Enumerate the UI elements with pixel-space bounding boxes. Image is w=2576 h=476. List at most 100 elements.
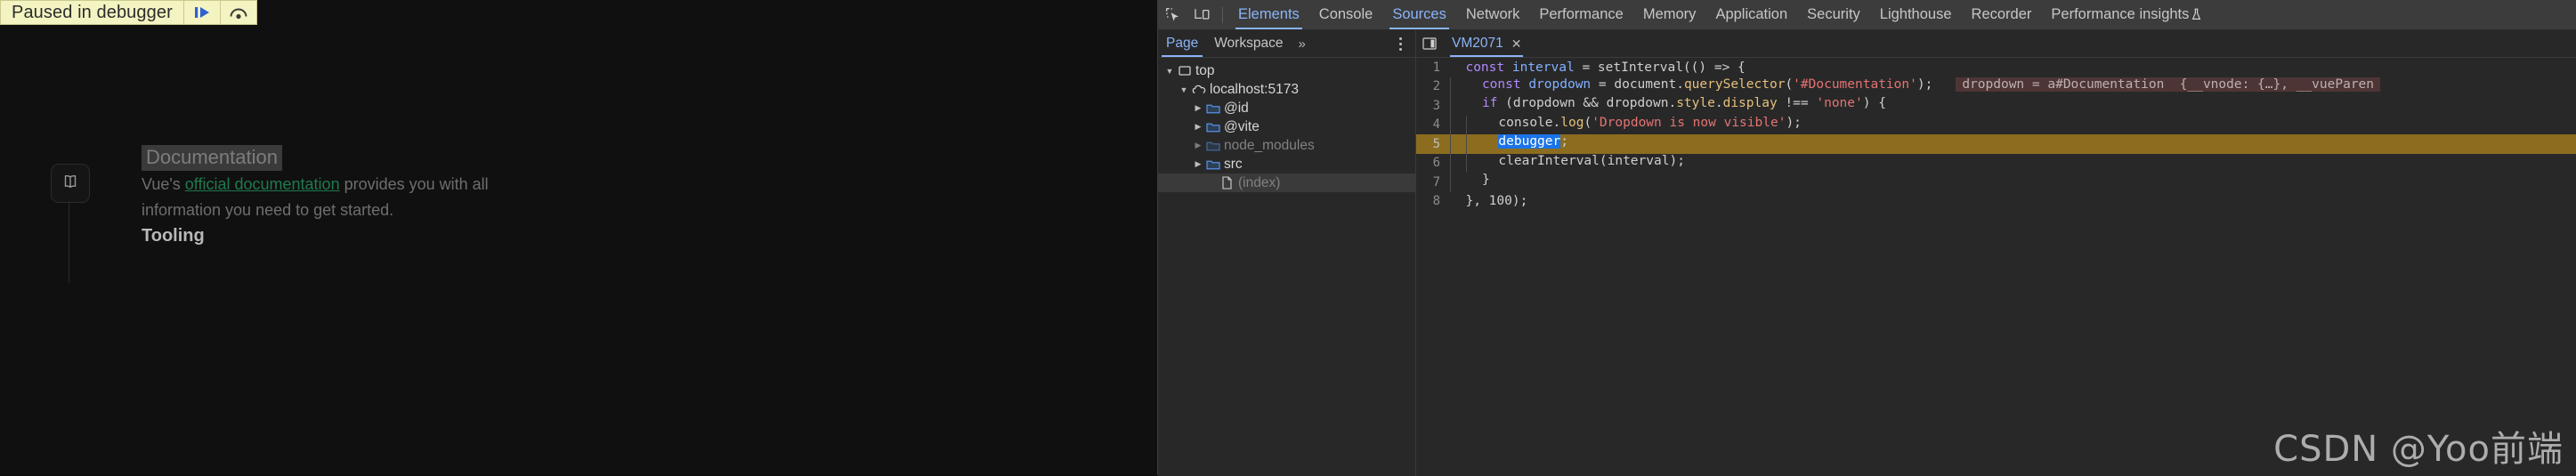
code-function: log — [1560, 115, 1584, 130]
tab-label: Sources — [1392, 6, 1446, 22]
tree-item-index[interactable]: (index) — [1158, 173, 1415, 192]
code-keyword: const — [1481, 77, 1521, 92]
code-punct: !== — [1777, 96, 1817, 110]
book-icon — [61, 172, 80, 196]
folder-icon — [1204, 122, 1221, 133]
code-punct: . — [1714, 96, 1723, 110]
nav-tab-page[interactable]: Page — [1158, 30, 1206, 57]
debugger-keyword-selected: debugger — [1498, 134, 1561, 149]
tab-recorder[interactable]: Recorder — [1962, 0, 2042, 29]
step-over-icon[interactable] — [221, 1, 256, 24]
file-tab-vm2071[interactable]: VM2071 ✕ — [1443, 30, 1531, 57]
documentation-paragraph: Vue's official documentation provides yo… — [142, 172, 560, 223]
code-line-highlighted: 5 debugger; — [1416, 134, 2576, 154]
twisty-icon[interactable]: ▶ — [1192, 103, 1204, 113]
tab-label: Network — [1465, 6, 1520, 22]
tab-label: Elements — [1238, 6, 1300, 22]
code-text: debugger; — [1450, 134, 2576, 154]
inline-value-annotation: dropdown = a#Documentation {__vnode: {…}… — [1956, 77, 2381, 92]
code-text: } — [1450, 173, 2576, 192]
page-heading-tooling: Tooling — [142, 226, 205, 246]
resume-script-icon[interactable] — [184, 1, 220, 24]
code-punct: ( — [1584, 115, 1592, 130]
folder-icon — [1204, 141, 1221, 151]
nav-tab-workspace[interactable]: Workspace — [1206, 30, 1291, 57]
code-line: 6 clearInterval(interval); — [1416, 153, 2576, 173]
tree-item-label: localhost:5173 — [1210, 81, 1299, 97]
twisty-icon[interactable]: ▶ — [1192, 122, 1204, 132]
code-line: 8 }, 100); — [1416, 192, 2576, 212]
tree-item-at-id[interactable]: ▶ @id — [1158, 99, 1415, 117]
tab-elements[interactable]: Elements — [1228, 0, 1309, 29]
code-line: 2 const dropdown = document.querySelecto… — [1416, 77, 2576, 96]
code-text: const dropdown = document.querySelector(… — [1450, 77, 2576, 96]
file-tree: ▼ top ▼ localhost:5173 ▶ @id ▶ @vite ▶ n… — [1158, 58, 1415, 192]
code-rest: }, 100); — [1465, 194, 1528, 209]
code-string: 'Dropdown is now visible' — [1592, 115, 1786, 130]
tree-item-label: top — [1195, 62, 1215, 78]
tree-item-node-modules[interactable]: ▶ node_modules — [1158, 136, 1415, 155]
tab-label: Console — [1318, 6, 1373, 22]
more-options-icon[interactable] — [1392, 36, 1408, 52]
warning-beaker-icon — [2191, 8, 2202, 21]
tab-performance-insights[interactable]: Performance insights — [2041, 0, 2212, 29]
twisty-icon[interactable]: ▼ — [1178, 85, 1190, 94]
tab-label: Memory — [1642, 6, 1697, 22]
tree-item-top[interactable]: ▼ top — [1158, 61, 1415, 80]
code-punct: ) { — [1862, 96, 1886, 110]
tab-memory[interactable]: Memory — [1633, 0, 1706, 29]
tab-console[interactable]: Console — [1309, 0, 1383, 29]
inspect-element-icon[interactable] — [1158, 2, 1187, 28]
code-punct: ; — [1560, 134, 1568, 149]
line-number: 4 — [1432, 117, 1440, 133]
csdn-watermark: CSDN @Yoo前端 — [2273, 429, 2564, 470]
code-rest: clearInterval(interval); — [1498, 153, 1685, 168]
show-navigator-icon[interactable] — [1416, 30, 1443, 57]
twisty-icon[interactable]: ▶ — [1192, 159, 1204, 169]
code-string: '#Documentation' — [1793, 77, 1917, 92]
web-page-viewport: Documentation Vue's official documentati… — [0, 0, 1157, 475]
tab-security[interactable]: Security — [1797, 0, 1870, 29]
tree-item-localhost[interactable]: ▼ localhost:5173 — [1158, 80, 1415, 99]
line-number: 8 — [1432, 194, 1440, 209]
book-icon-card — [51, 164, 90, 203]
twisty-icon[interactable]: ▶ — [1192, 141, 1204, 150]
line-number: 1 — [1432, 60, 1440, 75]
code-punct: ( — [1785, 77, 1794, 92]
code-string: 'none' — [1816, 96, 1863, 110]
tab-network[interactable]: Network — [1456, 0, 1530, 29]
devtools-tabbar: Elements Console Sources Network Perform… — [1158, 0, 2576, 30]
code-rest: console. — [1498, 115, 1561, 130]
tab-sources[interactable]: Sources — [1382, 0, 1456, 29]
tree-item-label: @vite — [1224, 118, 1260, 134]
code-line: 1 const interval = setInterval(() => { — [1416, 58, 2576, 77]
code-editor[interactable]: 1 const interval = setInterval(() => { 2… — [1416, 58, 2576, 476]
code-property: style — [1676, 96, 1715, 110]
tree-item-label: @id — [1224, 100, 1249, 116]
source-column: VM2071 ✕ 1 const interval = setInterval(… — [1416, 30, 2576, 476]
close-icon[interactable]: ✕ — [1511, 36, 1522, 52]
frame-icon — [1176, 66, 1193, 76]
device-toolbar-icon[interactable] — [1187, 2, 1217, 28]
tree-item-src[interactable]: ▶ src — [1158, 155, 1415, 173]
code-keyword: const — [1465, 60, 1505, 75]
code-text: clearInterval(interval); — [1450, 153, 2576, 173]
tab-lighthouse[interactable]: Lighthouse — [1870, 0, 1962, 29]
tab-label: Performance — [1539, 6, 1624, 22]
tab-application[interactable]: Application — [1705, 0, 1797, 29]
code-text: }, 100); — [1450, 194, 2576, 208]
official-documentation-link[interactable]: official documentation — [185, 175, 340, 193]
line-number: 6 — [1432, 156, 1440, 171]
code-rest: (dropdown && dropdown. — [1497, 96, 1677, 110]
code-var: dropdown — [1520, 77, 1599, 92]
file-tab-label: VM2071 — [1452, 36, 1503, 51]
tree-item-at-vite[interactable]: ▶ @vite — [1158, 117, 1415, 136]
paused-in-debugger-banner: Paused in debugger — [0, 0, 257, 25]
code-keyword: if — [1481, 96, 1498, 110]
twisty-icon[interactable]: ▼ — [1163, 67, 1176, 76]
tab-label: Performance insights — [2051, 6, 2190, 22]
tab-performance[interactable]: Performance — [1529, 0, 1632, 29]
code-punct: ); — [1916, 77, 1933, 92]
nav-tab-label: Workspace — [1214, 36, 1284, 51]
more-tabs-chevron-icon[interactable]: » — [1291, 36, 1312, 52]
